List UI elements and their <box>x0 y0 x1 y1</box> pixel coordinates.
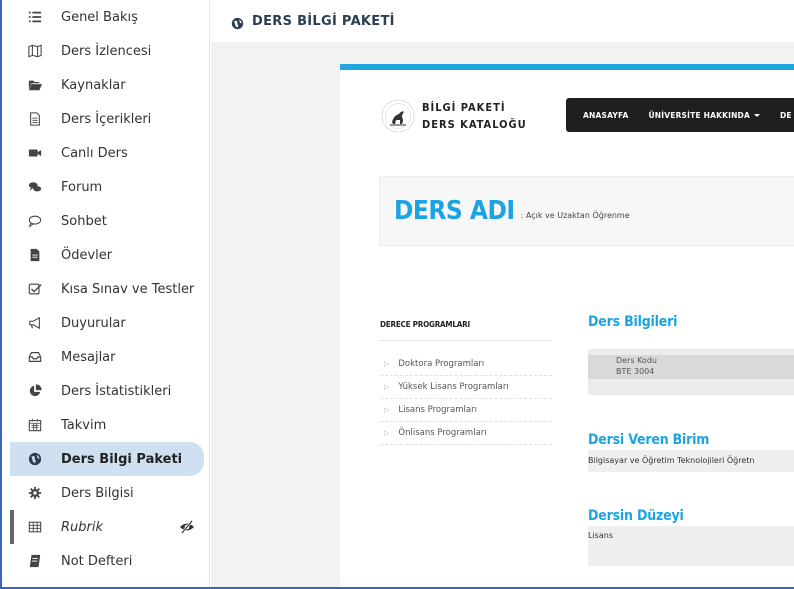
course-code-value: BTE 3004 <box>616 367 655 376</box>
chat-icon <box>27 213 43 229</box>
section-text-duzey: Lisans <box>588 531 613 540</box>
sidebar-item-forum[interactable]: Forum <box>10 170 209 204</box>
globe-icon <box>27 451 43 467</box>
program-link-doktora[interactable]: ▷ Doktora Programları <box>380 353 552 376</box>
course-label: DERS ADI <box>394 196 515 226</box>
sidebar-item-label: Forum <box>61 179 103 195</box>
list-icon <box>27 9 43 25</box>
pie-chart-icon <box>27 383 43 399</box>
arrow-right-icon: ▷ <box>384 429 390 437</box>
sidebar-item-label: Sohbet <box>61 213 107 229</box>
catalog-logo[interactable]: BİLGİ PAKETİ DERS KATALOĞU <box>380 98 527 134</box>
sidebar-item-odevler[interactable]: Ödevler <box>10 238 209 272</box>
arrow-right-icon: ▷ <box>384 383 390 391</box>
table-icon <box>27 519 43 535</box>
sidebar-item-rubrik[interactable]: Rubrik <box>10 510 209 544</box>
sidebar-item-label: Not Defteri <box>61 553 133 569</box>
program-label: Doktora Programları <box>398 359 485 369</box>
sidebar-item-label: Ders Bilgisi <box>61 485 134 501</box>
document-icon <box>27 111 43 127</box>
globe-icon <box>231 15 244 29</box>
caret-down-icon <box>754 114 760 117</box>
catalog-logo-text: BİLGİ PAKETİ DERS KATALOĞU <box>422 99 527 133</box>
program-label: Lisans Programları <box>398 405 477 415</box>
sidebar-item-canli-ders[interactable]: Canlı Ders <box>10 136 209 170</box>
chat-bubbles-icon <box>27 179 43 195</box>
logo-line-2: DERS KATALOĞU <box>422 118 527 131</box>
app-frame: Genel Bakış Ders İzlencesi Kaynaklar Der… <box>0 0 794 589</box>
notebook-icon <box>27 553 43 569</box>
sidebar-item-label: Ders Bilgi Paketi <box>61 451 183 467</box>
sidebar-item-label: Duyurular <box>61 315 126 331</box>
sidebar-item-label: Takvim <box>61 417 107 433</box>
program-link-lisans[interactable]: ▷ Lisans Programları <box>380 399 552 422</box>
programs-divider <box>380 340 552 341</box>
embedded-catalog-page: BİLGİ PAKETİ DERS KATALOĞU ANASAYFA ÜNİV… <box>340 64 794 587</box>
calendar-icon <box>27 417 43 433</box>
arrow-right-icon: ▷ <box>384 406 390 414</box>
section-text-birim: Bilgisayar ve Öğretim Teknolojileri Öğre… <box>588 456 755 465</box>
sidebar: Genel Bakış Ders İzlencesi Kaynaklar Der… <box>10 0 210 587</box>
sidebar-item-ders-bilgi-paketi[interactable]: Ders Bilgi Paketi <box>10 442 204 476</box>
sidebar-item-mesajlar[interactable]: Mesajlar <box>10 340 209 374</box>
page-header: DERS BİLGİ PAKETİ <box>211 0 794 42</box>
checkbox-icon <box>27 281 43 297</box>
sidebar-item-label: Ders İzlencesi <box>61 43 152 59</box>
sidebar-item-sohbet[interactable]: Sohbet <box>10 204 209 238</box>
university-seal-icon <box>381 99 415 133</box>
sidebar-item-kisa-sinav[interactable]: Kısa Sınav ve Testler <box>10 272 209 306</box>
sidebar-item-duyurular[interactable]: Duyurular <box>10 306 209 340</box>
programs-heading: DERECE PROGRAMLARI <box>380 320 470 329</box>
course-name: : Açık ve Uzaktan Öğrenme <box>520 210 630 220</box>
eye-slash-icon[interactable] <box>179 520 195 534</box>
programs-list: ▷ Doktora Programları ▷ Yüksek Lisans Prog… <box>380 353 552 445</box>
sidebar-item-label: Kısa Sınav ve Testler <box>61 281 195 297</box>
course-name-box: DERS ADI : Açık ve Uzaktan Öğrenme <box>379 176 794 246</box>
nav-universite-hakkinda-label: ÜNİVERSİTE HAKKINDA <box>648 110 750 120</box>
nav-truncated-item[interactable]: DE <box>780 111 792 120</box>
arrow-right-icon: ▷ <box>384 360 390 368</box>
program-label: Yüksek Lisans Programları <box>398 382 509 392</box>
section-title-ders-bilgileri: Ders Bilgileri <box>588 314 678 330</box>
sidebar-item-ders-izlencesi[interactable]: Ders İzlencesi <box>10 34 209 68</box>
section-bg-duzey <box>588 526 794 566</box>
section-title-dersi-veren-birim: Dersi Veren Birim <box>588 432 710 448</box>
program-link-yuksek-lisans[interactable]: ▷ Yüksek Lisans Programları <box>380 376 552 399</box>
catalog-navbar: ANASAYFA ÜNİVERSİTE HAKKINDA DE <box>566 98 794 132</box>
sidebar-item-label: Genel Bakış <box>61 9 138 25</box>
content-area: BİLGİ PAKETİ DERS KATALOĞU ANASAYFA ÜNİV… <box>211 42 794 587</box>
sidebar-item-genel-bakis[interactable]: Genel Bakış <box>10 0 209 34</box>
sidebar-item-kaynaklar[interactable]: Kaynaklar <box>10 68 209 102</box>
video-camera-icon <box>27 145 43 161</box>
sidebar-item-takvim[interactable]: Takvim <box>10 408 209 442</box>
sidebar-item-label: Canlı Ders <box>61 145 128 161</box>
map-icon <box>27 43 43 59</box>
inbox-icon <box>27 349 43 365</box>
program-link-onlisans[interactable]: ▷ Önlisans Programları <box>380 422 552 445</box>
sidebar-item-label: Mesajlar <box>61 349 116 365</box>
page-title: DERS BİLGİ PAKETİ <box>252 13 395 29</box>
sidebar-item-label: Kaynaklar <box>61 77 126 93</box>
sidebar-item-label: Ders İçerikleri <box>61 111 152 127</box>
sidebar-item-ders-icerikleri[interactable]: Ders İçerikleri <box>10 102 209 136</box>
section-title-dersin-duzeyi: Dersin Düzeyi <box>588 508 684 524</box>
program-label: Önlisans Programları <box>398 428 487 438</box>
gear-icon <box>27 485 43 501</box>
file-icon <box>27 247 43 263</box>
course-code-label: Ders Kodu <box>616 356 657 365</box>
sidebar-item-label: Ders İstatistikleri <box>61 383 172 399</box>
sidebar-item-not-defteri[interactable]: Not Defteri <box>10 544 209 578</box>
nav-anasayfa[interactable]: ANASAYFA <box>583 111 628 120</box>
logo-line-1: BİLGİ PAKETİ <box>422 101 506 114</box>
sidebar-item-ders-istatistikleri[interactable]: Ders İstatistikleri <box>10 374 209 408</box>
sidebar-item-label: Ödevler <box>61 247 113 263</box>
folder-open-icon <box>27 77 43 93</box>
megaphone-icon <box>27 315 43 331</box>
sidebar-item-label: Rubrik <box>61 519 104 535</box>
nav-universite-hakkinda[interactable]: ÜNİVERSİTE HAKKINDA <box>648 111 760 120</box>
sidebar-item-ders-bilgisi[interactable]: Ders Bilgisi <box>10 476 209 510</box>
